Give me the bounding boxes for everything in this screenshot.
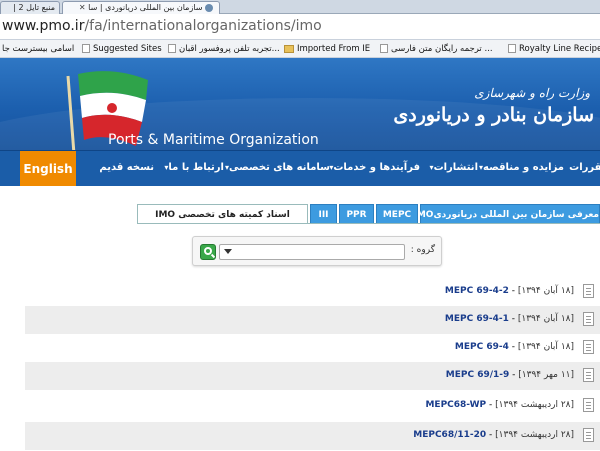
nav-item-regulations[interactable]: مقررات <box>569 162 600 173</box>
ministry-title: وزارت راه و شهرسازی <box>474 86 590 100</box>
page-icon <box>508 44 516 53</box>
tab-iii[interactable]: III <box>310 204 337 224</box>
document-date: [۱۸ آبان ۱۳۹۴] <box>517 314 574 324</box>
document-link[interactable]: MEPC 69-4 <box>455 342 509 352</box>
english-language-button[interactable]: English <box>20 151 76 187</box>
browser-tab[interactable]: منبع تایل 2 | <box>0 1 60 14</box>
tab-divider <box>137 223 600 224</box>
address-bar[interactable]: www.pmo.ir/fa/internationalorganizations… <box>0 14 600 40</box>
nav-item-old-version[interactable]: نسخه قدیم <box>99 162 154 173</box>
document-link[interactable]: MEPC 69/1-9 <box>446 370 510 380</box>
group-select[interactable] <box>219 244 405 260</box>
list-item: [۱۸ آبان ۱۳۹۴] - MEPC 69-4-2 <box>25 278 600 306</box>
document-link[interactable]: MEPC 69-4-2 <box>445 286 509 296</box>
url-path: /fa/internationalorganizations/imo <box>84 18 322 34</box>
nav-item-tenders[interactable]: مزایده و مناقصه▾ <box>476 162 564 173</box>
tab-mepc[interactable]: MEPC <box>376 204 418 224</box>
document-link[interactable]: MEPC68/11-20 <box>413 430 486 440</box>
document-date: [۲۸ اردیبهشت ۱۳۹۴] <box>495 400 574 410</box>
content-tabs: معرفی سازمان بین المللی دریانوردیIMO MEP… <box>137 204 600 224</box>
nav-item-contact[interactable]: ارتباط با ما▾ <box>161 162 224 173</box>
document-link[interactable]: MEPC 69-4-1 <box>445 314 509 324</box>
tab-ppr[interactable]: PPR <box>339 204 374 224</box>
document-icon <box>583 368 594 382</box>
group-filter: گروه : <box>192 236 442 266</box>
document-icon <box>583 340 594 354</box>
document-icon <box>583 398 594 412</box>
org-title-fa: سازمان بنادر و دریانوردی <box>393 104 594 126</box>
site-header: وزارت راه و شهرسازی سازمان بنادر و دریان… <box>0 58 600 150</box>
tab-imo-intro[interactable]: معرفی سازمان بین المللی دریانوردیIMO <box>413 204 600 224</box>
bookmark-item[interactable]: تجربه تلفن پروفسور اقبان... <box>168 42 280 56</box>
browser-tab-active[interactable]: سازمان بین المللی دریانوردی | سا ✕ <box>62 1 220 14</box>
list-item: [۱۸ آبان ۱۳۹۴] - MEPC 69-4-1 <box>25 306 600 334</box>
document-date: [۱۱ مهر ۱۳۹۴] <box>518 370 574 380</box>
list-item: [۱۸ آبان ۱۳۹۴] - MEPC 69-4 <box>25 334 600 362</box>
close-tab-icon[interactable]: ✕ <box>79 3 86 12</box>
chevron-down-icon <box>224 249 232 254</box>
search-button[interactable] <box>200 244 216 260</box>
document-date: [۱۸ آبان ۱۳۹۴] <box>517 286 574 296</box>
list-item: [۱۱ مهر ۱۳۹۴] - MEPC 69/1-9 <box>25 362 600 390</box>
site-favicon-icon <box>205 3 213 12</box>
main-content: معرفی سازمان بین المللی دریانوردیIMO MEP… <box>20 186 600 451</box>
org-title-en: Ports & Maritime Organization <box>108 132 319 148</box>
page-icon <box>168 44 176 53</box>
document-date: [۲۸ اردیبهشت ۱۳۹۴] <box>495 430 574 440</box>
list-item: [۲۸ اردیبهشت ۱۳۹۴] - MEPC68/11-20 <box>25 422 600 450</box>
bookmark-item[interactable]: Suggested Sites <box>82 42 162 56</box>
browser-tab-title: منبع تایل 2 | <box>13 3 55 12</box>
page-icon <box>82 44 90 53</box>
tab-imo-documents[interactable]: اسناد کمیته های تخصصی IMO <box>137 204 308 224</box>
url-host: www.pmo.ir <box>2 18 85 34</box>
document-icon <box>583 284 594 298</box>
document-icon <box>583 428 594 442</box>
url-text[interactable]: www.pmo.ir/fa/internationalorganizations… <box>2 18 322 34</box>
document-date: [۱۸ آبان ۱۳۹۴] <box>517 342 574 352</box>
folder-icon <box>284 44 294 53</box>
document-link[interactable]: MEPC68-WP <box>425 400 486 410</box>
document-icon <box>583 312 594 326</box>
page-icon <box>380 44 388 53</box>
nav-item-services[interactable]: فرآیندها و خدمات▾ <box>326 162 420 173</box>
main-nav: English مقررات مزایده و مناقصه▾ انتشارات… <box>0 150 600 187</box>
browser-tab-title: سازمان بین المللی دریانوردی | سا <box>88 3 203 12</box>
bookmark-item[interactable]: Royalty Line Recipes... <box>508 42 600 56</box>
bookmark-folder[interactable]: Imported From IE <box>284 42 370 56</box>
bookmarks-bar: Royalty Line Recipes... ترجمه رایگان متن… <box>0 40 600 58</box>
nav-item-specialized-systems[interactable]: سامانه های تخصصی▾ <box>222 162 330 173</box>
group-filter-label: گروه : <box>410 245 435 255</box>
list-item: [۲۸ اردیبهشت ۱۳۹۴] - MEPC68-WP <box>25 392 600 420</box>
bookmark-item[interactable]: اسامی بیسترست جا <box>2 42 74 56</box>
bookmark-item[interactable]: ترجمه رایگان متن فارسی ... <box>380 42 493 56</box>
nav-item-publications[interactable]: انتشارات▾ <box>427 162 478 173</box>
browser-tab-strip: سازمان بین المللی دریانوردی | سا ✕ منبع … <box>0 0 600 14</box>
